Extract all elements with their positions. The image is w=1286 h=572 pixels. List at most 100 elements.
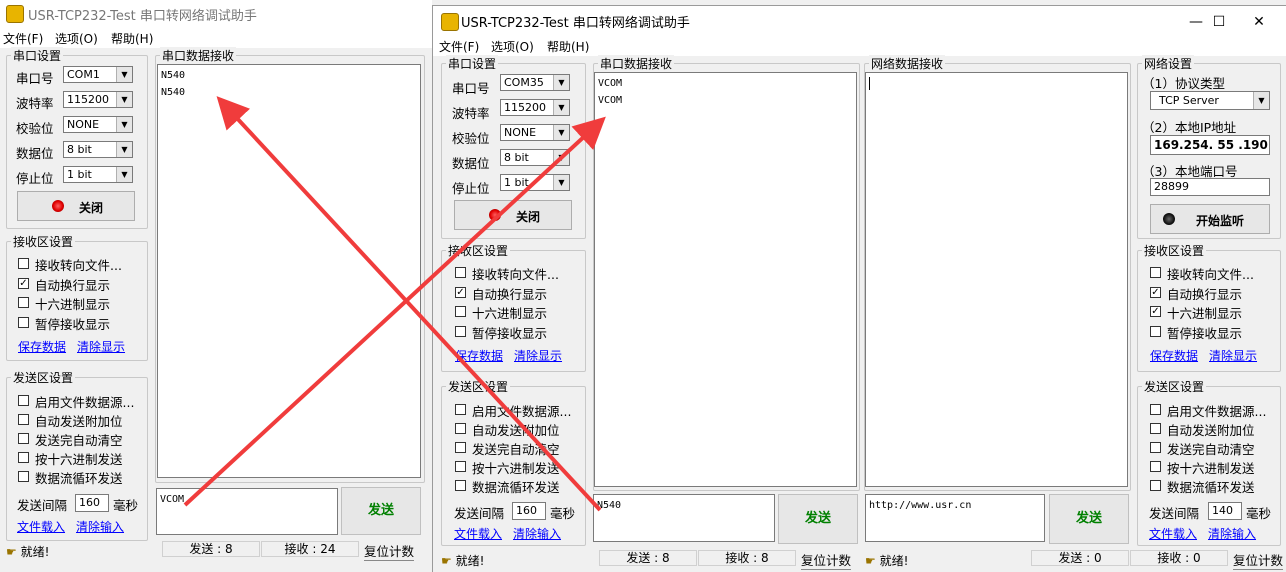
checkbox-hex-display[interactable] bbox=[18, 297, 29, 308]
checkbox-autowrap[interactable]: ✓ bbox=[1150, 287, 1161, 298]
baud-select[interactable]: 115200 ▼ bbox=[500, 99, 570, 116]
clear-display-link[interactable]: 清除显示 bbox=[514, 347, 562, 364]
serial-send-area[interactable]: N540 bbox=[593, 494, 775, 542]
port-select[interactable]: COM1 ▼ bbox=[63, 66, 133, 83]
port-select[interactable]: COM35 ▼ bbox=[500, 74, 570, 91]
menu-file[interactable]: 文件(F) bbox=[439, 38, 479, 55]
interval-input[interactable]: 160 bbox=[512, 502, 546, 520]
ip-input[interactable]: 169.254. 55 .190 bbox=[1150, 135, 1270, 155]
baud-select[interactable]: 115200 ▼ bbox=[63, 91, 133, 108]
databits-select[interactable]: 8 bit ▼ bbox=[500, 149, 570, 166]
start-listen-label: 开始监听 bbox=[1195, 214, 1244, 228]
load-file-link[interactable]: 文件载入 bbox=[454, 525, 502, 542]
checkbox-hex-send[interactable] bbox=[1150, 461, 1161, 472]
recv-file-label: 接收转向文件... bbox=[1167, 267, 1254, 282]
send-input-area[interactable]: VCOM bbox=[156, 488, 338, 535]
checkbox-loop-send[interactable] bbox=[1150, 480, 1161, 491]
net-reset-count-button[interactable]: 复位计数 bbox=[1233, 550, 1284, 570]
pause-display-label: 暂停接收显示 bbox=[472, 326, 548, 341]
checkbox-pause-display[interactable] bbox=[1150, 326, 1161, 337]
checkbox-recv-file[interactable] bbox=[18, 258, 29, 269]
right-window: USR-TCP232-Test 串口转网络调试助手 — ☐ ✕ 文件(F) 选项… bbox=[432, 5, 1286, 572]
checkbox-file-source[interactable] bbox=[1150, 404, 1161, 415]
checkbox-auto-clear[interactable] bbox=[455, 442, 466, 453]
serial-rx-counter: 接收 : 8 bbox=[698, 550, 796, 566]
checkbox-append[interactable] bbox=[455, 423, 466, 434]
clear-input-link[interactable]: 清除输入 bbox=[76, 518, 124, 535]
port-number-input[interactable]: 28899 bbox=[1150, 178, 1270, 196]
close-port-label: 关闭 bbox=[78, 201, 103, 215]
close-port-button[interactable]: 关闭 bbox=[454, 200, 572, 230]
status-ready: ☛ 就绪! bbox=[6, 543, 49, 560]
parity-value: NONE bbox=[67, 118, 100, 131]
pause-display-label: 暂停接收显示 bbox=[35, 317, 111, 332]
menu-help[interactable]: 帮助(H) bbox=[111, 30, 153, 47]
clear-display-link[interactable]: 清除显示 bbox=[1209, 347, 1257, 364]
stopbits-value: 1 bit bbox=[504, 176, 529, 189]
close-icon[interactable]: ✕ bbox=[1236, 11, 1282, 33]
net-receive-area[interactable] bbox=[865, 72, 1128, 487]
checkbox-pause-display[interactable] bbox=[18, 317, 29, 328]
serial-receive-title: 串口数据接收 bbox=[598, 55, 675, 72]
tx-counter: 发送 : 8 bbox=[162, 541, 260, 557]
right-menubar: 文件(F) 选项(O) 帮助(H) bbox=[433, 36, 1286, 56]
serial-send-button[interactable]: 发送 bbox=[778, 494, 858, 544]
clear-input-link[interactable]: 清除输入 bbox=[1208, 525, 1256, 542]
checkbox-append[interactable] bbox=[1150, 423, 1161, 434]
menu-options[interactable]: 选项(O) bbox=[491, 38, 534, 55]
checkbox-hex-display[interactable]: ✓ bbox=[1150, 306, 1161, 317]
load-file-link[interactable]: 文件载入 bbox=[1149, 525, 1197, 542]
file-source-label: 启用文件数据源... bbox=[1167, 404, 1267, 419]
checkbox-recv-file[interactable] bbox=[455, 267, 466, 278]
send-button-label: 发送 bbox=[1075, 511, 1102, 526]
checkbox-loop-send[interactable] bbox=[455, 480, 466, 491]
save-data-link[interactable]: 保存数据 bbox=[18, 338, 66, 355]
start-listen-button[interactable]: 开始监听 bbox=[1150, 204, 1270, 234]
interval-input[interactable]: 140 bbox=[1208, 502, 1242, 520]
save-data-link[interactable]: 保存数据 bbox=[455, 347, 503, 364]
checkbox-autowrap[interactable]: ✓ bbox=[455, 287, 466, 298]
checkbox-recv-file[interactable] bbox=[1150, 267, 1161, 278]
parity-select[interactable]: NONE ▼ bbox=[500, 124, 570, 141]
checkbox-autowrap[interactable]: ✓ bbox=[18, 278, 29, 289]
checkbox-file-source[interactable] bbox=[455, 404, 466, 415]
stopbits-select[interactable]: 1 bit ▼ bbox=[63, 166, 133, 183]
net-send-area[interactable]: http://www.usr.cn bbox=[865, 494, 1045, 542]
net-send-button[interactable]: 发送 bbox=[1049, 494, 1129, 544]
serial-reset-count-button[interactable]: 复位计数 bbox=[801, 550, 852, 570]
checkbox-auto-clear[interactable] bbox=[18, 433, 29, 444]
serial-settings-title: 串口设置 bbox=[446, 55, 499, 72]
chevron-down-icon: ▼ bbox=[116, 92, 132, 107]
protocol-select[interactable]: TCP Server ▼ bbox=[1150, 91, 1270, 110]
serial-receive-area[interactable]: N540 N540 bbox=[157, 64, 421, 478]
serial-receive-area[interactable]: VCOM VCOM bbox=[594, 72, 857, 487]
checkbox-hex-send[interactable] bbox=[455, 461, 466, 472]
databits-select[interactable]: 8 bit ▼ bbox=[63, 141, 133, 158]
databits-value: 8 bit bbox=[67, 143, 92, 156]
receive-line: N540 bbox=[161, 70, 186, 81]
clear-display-link[interactable]: 清除显示 bbox=[77, 338, 125, 355]
send-settings-group: 发送区设置 启用文件数据源... 自动发送附加位 发送完自动清空 按十六进制发送… bbox=[6, 369, 148, 541]
parity-select[interactable]: NONE ▼ bbox=[63, 116, 133, 133]
menu-file[interactable]: 文件(F) bbox=[3, 30, 43, 47]
close-port-button[interactable]: 关闭 bbox=[17, 191, 135, 221]
menu-options[interactable]: 选项(O) bbox=[55, 30, 98, 47]
reset-count-button[interactable]: 复位计数 bbox=[364, 541, 415, 561]
interval-input[interactable]: 160 bbox=[75, 494, 109, 512]
hex-display-label: 十六进制显示 bbox=[35, 297, 111, 312]
stopbits-select[interactable]: 1 bit ▼ bbox=[500, 174, 570, 191]
checkbox-file-source[interactable] bbox=[18, 395, 29, 406]
load-file-link[interactable]: 文件载入 bbox=[17, 518, 65, 535]
clear-input-link[interactable]: 清除输入 bbox=[513, 525, 561, 542]
checkbox-hex-send[interactable] bbox=[18, 452, 29, 463]
checkbox-loop-send[interactable] bbox=[18, 471, 29, 482]
serial-tx-counter: 发送 : 8 bbox=[599, 550, 697, 566]
databits-value: 8 bit bbox=[504, 151, 529, 164]
save-data-link[interactable]: 保存数据 bbox=[1150, 347, 1198, 364]
send-button[interactable]: 发送 bbox=[341, 487, 421, 535]
checkbox-hex-display[interactable] bbox=[455, 306, 466, 317]
checkbox-append[interactable] bbox=[18, 414, 29, 425]
menu-help[interactable]: 帮助(H) bbox=[547, 38, 589, 55]
checkbox-auto-clear[interactable] bbox=[1150, 442, 1161, 453]
checkbox-pause-display[interactable] bbox=[455, 326, 466, 337]
